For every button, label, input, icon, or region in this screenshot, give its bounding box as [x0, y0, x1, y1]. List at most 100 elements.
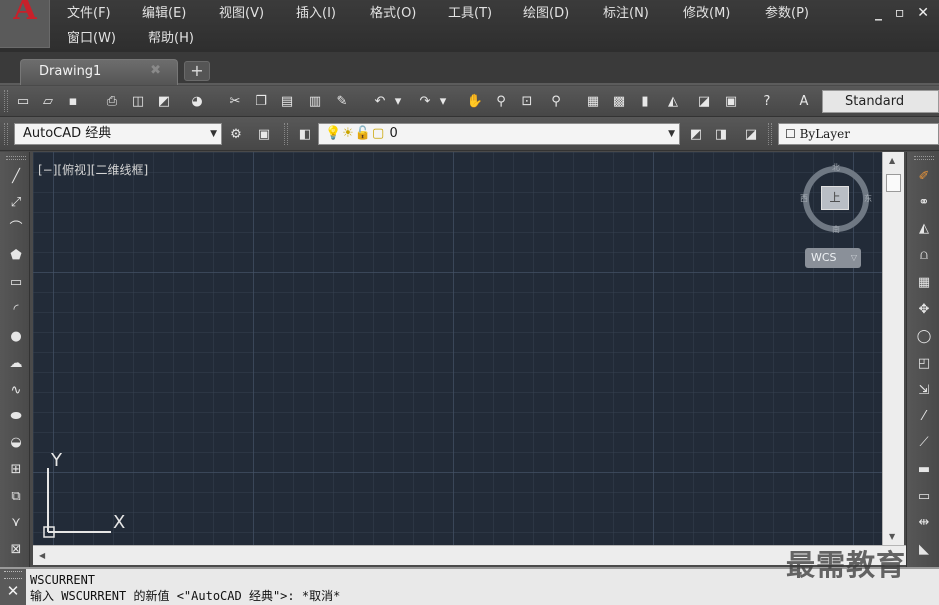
redo-dropdown-icon[interactable]: ▾: [434, 92, 452, 110]
tab-drawing1[interactable]: Drawing1 ✖: [20, 59, 178, 85]
menu-file[interactable]: 文件(F): [67, 6, 111, 22]
mirror-icon[interactable]: ◭: [914, 218, 934, 238]
publish-icon[interactable]: ◩: [155, 92, 173, 110]
drawing-canvas[interactable]: [−][俯视][二维线框] 上 北 南 东 西 WCS ▽ Y X: [33, 152, 882, 545]
toolbar-grip[interactable]: [4, 123, 8, 145]
rotate-icon[interactable]: ◯: [914, 326, 934, 346]
menu-window[interactable]: 窗口(W): [67, 31, 116, 47]
paste-icon[interactable]: ▤: [278, 92, 296, 110]
toolbar-grip[interactable]: [6, 156, 26, 160]
match-properties-icon[interactable]: ▥: [306, 92, 324, 110]
copy-icon[interactable]: ❐: [252, 92, 270, 110]
toolbar-grip[interactable]: [4, 90, 8, 112]
menu-draw[interactable]: 绘图(D): [523, 6, 569, 22]
circle-icon[interactable]: ●: [6, 326, 26, 346]
markup-icon[interactable]: ◪: [695, 92, 713, 110]
toolbar-grip[interactable]: [284, 123, 288, 145]
make-block-icon[interactable]: ⧉: [6, 486, 26, 506]
workspace-combo[interactable]: AutoCAD 经典 ▼: [14, 123, 222, 145]
layer-previous-icon[interactable]: ◨: [712, 125, 730, 143]
calculator-icon[interactable]: ▣: [722, 92, 740, 110]
properties-icon[interactable]: ▦: [584, 92, 602, 110]
design-center-icon[interactable]: ▩: [610, 92, 628, 110]
layer-state-icon[interactable]: ◪: [742, 125, 760, 143]
toolbar-grip[interactable]: [768, 123, 772, 145]
workspace-settings-icon[interactable]: ⚙: [227, 125, 245, 143]
scroll-thumb[interactable]: [886, 174, 901, 192]
zoom-realtime-icon[interactable]: ⚲: [492, 92, 510, 110]
make-current-layer-icon[interactable]: ◩: [687, 125, 705, 143]
menu-modify[interactable]: 修改(M): [683, 6, 730, 22]
revision-cloud-icon[interactable]: ☁: [6, 353, 26, 373]
ellipse-icon[interactable]: ⬬: [6, 406, 26, 426]
new-file-icon[interactable]: ▭: [14, 92, 32, 110]
scale-icon[interactable]: ◰: [914, 353, 934, 373]
zoom-window-icon[interactable]: ⊡: [518, 92, 536, 110]
horizontal-scrollbar[interactable]: ◀: [33, 545, 906, 565]
window-controls[interactable]: _ ▫ ✕: [875, 5, 933, 21]
scroll-down-icon[interactable]: ▼: [889, 532, 895, 541]
help-icon[interactable]: ?: [758, 92, 776, 110]
print-icon[interactable]: ⎙: [103, 92, 121, 110]
menu-parametric[interactable]: 参数(P): [765, 6, 809, 22]
break-at-point-icon[interactable]: ▬: [914, 459, 934, 479]
color-control-combo[interactable]: ☐ ByLayer: [778, 123, 939, 145]
copy-object-icon[interactable]: ⚭: [914, 192, 934, 212]
layer-combo[interactable]: 💡☀🔓▢ 0 ▼: [318, 123, 680, 145]
extend-icon[interactable]: ⟋: [914, 432, 934, 452]
join-icon[interactable]: ⇹: [914, 512, 934, 532]
wcs-menu-button[interactable]: WCS ▽: [805, 248, 861, 268]
command-line-grip[interactable]: [4, 571, 22, 579]
spline-icon[interactable]: ∿: [6, 380, 26, 400]
hatch-icon[interactable]: ⊠: [6, 539, 26, 559]
undo-icon[interactable]: ↶: [371, 92, 389, 110]
break-icon[interactable]: ▭: [914, 486, 934, 506]
zoom-previous-icon[interactable]: ⚲: [547, 92, 565, 110]
viewport-controls-label[interactable]: [−][俯视][二维线框]: [38, 161, 148, 178]
tool-palettes-icon[interactable]: ▮: [636, 92, 654, 110]
layer-manager-icon[interactable]: ◧: [296, 125, 314, 143]
command-line-close-button[interactable]: ✕: [0, 569, 26, 605]
menu-dimension[interactable]: 标注(N): [603, 6, 649, 22]
arc-icon[interactable]: ◜: [6, 299, 26, 319]
new-tab-button[interactable]: +: [184, 61, 210, 81]
viewcube-top-face[interactable]: 上: [821, 186, 849, 210]
print-preview-icon[interactable]: ◫: [129, 92, 147, 110]
save-icon[interactable]: ▪: [64, 92, 82, 110]
dropdown-arrow-icon[interactable]: ▼: [210, 124, 217, 144]
polygon-icon[interactable]: ⬟: [6, 245, 26, 265]
dropdown-arrow-icon[interactable]: ▼: [668, 124, 675, 144]
scroll-left-icon[interactable]: ◀: [39, 551, 45, 560]
menu-view[interactable]: 视图(V): [219, 6, 264, 22]
menu-format[interactable]: 格式(O): [370, 6, 416, 22]
stretch-icon[interactable]: ⇲: [914, 380, 934, 400]
menu-help[interactable]: 帮助(H): [148, 31, 194, 47]
rectangle-icon[interactable]: ▭: [6, 272, 26, 292]
viewcube[interactable]: 上 北 南 东 西: [799, 162, 873, 236]
toolbar-grip[interactable]: [914, 156, 934, 160]
trim-icon[interactable]: ⁄: [914, 406, 934, 426]
customize-icon[interactable]: ▣: [255, 125, 273, 143]
ellipse-arc-icon[interactable]: ◒: [6, 432, 26, 452]
cut-icon[interactable]: ✂: [226, 92, 244, 110]
chamfer-icon[interactable]: ◣: [914, 539, 934, 559]
insert-block-icon[interactable]: ⊞: [6, 459, 26, 479]
construction-line-icon[interactable]: ⤢: [6, 192, 26, 212]
application-button[interactable]: A: [0, 0, 50, 48]
3d-publish-icon[interactable]: ◕: [188, 92, 206, 110]
array-icon[interactable]: ▦: [914, 272, 934, 292]
text-style-icon[interactable]: A: [795, 92, 813, 110]
move-icon[interactable]: ✥: [914, 299, 934, 319]
pan-icon[interactable]: ✋: [466, 92, 484, 110]
open-folder-icon[interactable]: ▱: [39, 92, 57, 110]
sheet-set-icon[interactable]: ◭: [664, 92, 682, 110]
polyline-icon[interactable]: ⌒: [6, 218, 26, 238]
text-style-combo[interactable]: Standard: [822, 90, 939, 113]
menu-insert[interactable]: 插入(I): [296, 6, 336, 22]
menu-edit[interactable]: 编辑(E): [142, 6, 186, 22]
erase-icon[interactable]: ✐: [914, 166, 934, 186]
redo-icon[interactable]: ↷: [416, 92, 434, 110]
offset-icon[interactable]: ⩍: [914, 245, 934, 265]
scroll-up-icon[interactable]: ▲: [889, 156, 895, 165]
line-icon[interactable]: ╱: [6, 166, 26, 186]
